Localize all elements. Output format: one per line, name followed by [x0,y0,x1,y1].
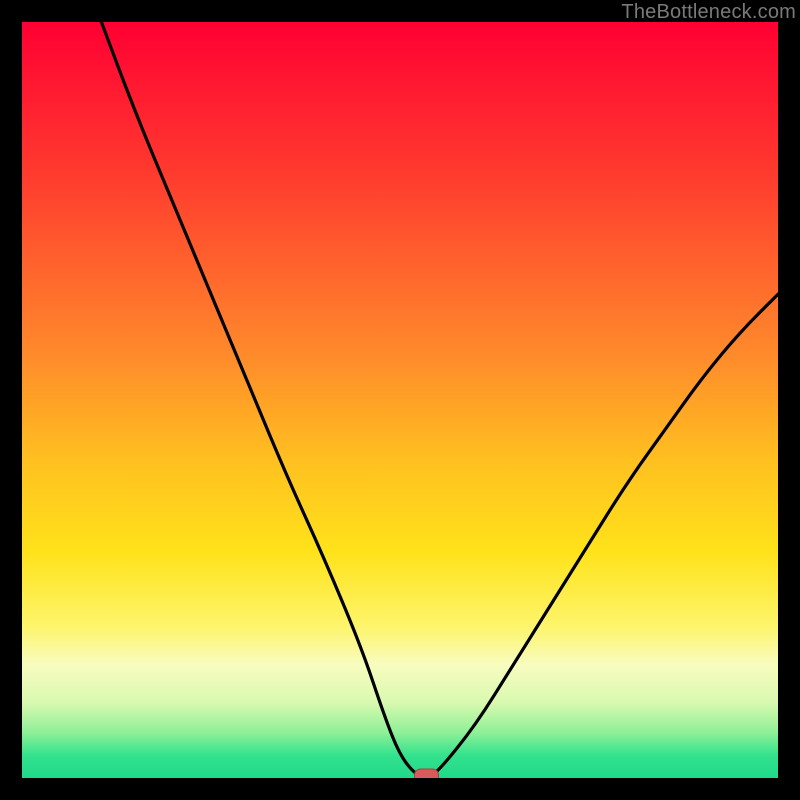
chart-svg [22,22,778,778]
plot-area [22,22,778,778]
bottleneck-curve [101,22,778,777]
chart-frame: TheBottleneck.com [0,0,800,800]
minimum-marker [415,769,439,778]
watermark-text: TheBottleneck.com [621,1,796,24]
